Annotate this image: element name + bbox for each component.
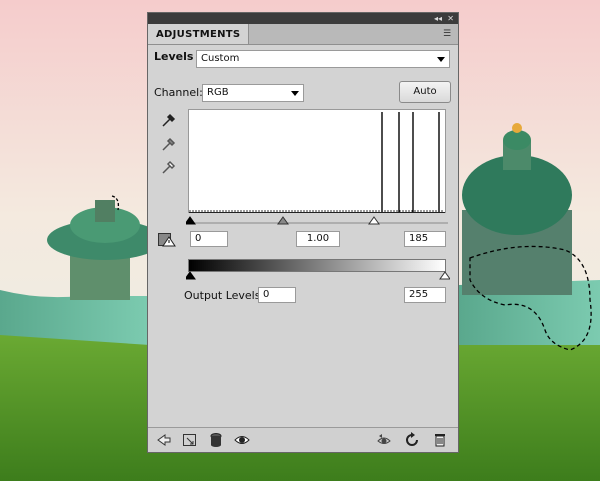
visibility-eye-icon[interactable] bbox=[234, 432, 250, 448]
gray-point-eyedropper-icon[interactable] bbox=[160, 137, 176, 153]
channel-label: Channel: bbox=[154, 86, 203, 99]
back-arrow-icon[interactable] bbox=[156, 432, 172, 448]
tab-adjustments[interactable]: ADJUSTMENTS bbox=[148, 24, 250, 44]
output-levels-label: Output Levels: bbox=[184, 289, 265, 302]
input-black-field[interactable]: 0 bbox=[190, 231, 228, 247]
panel-titlebar[interactable]: ◂◂ ✕ bbox=[148, 13, 458, 24]
adjustments-panel: ◂◂ ✕ ADJUSTMENTS ☰ Levels Custom Channel… bbox=[147, 12, 459, 453]
panel-tab-row: ADJUSTMENTS ☰ bbox=[148, 24, 458, 45]
input-white-handle bbox=[368, 216, 380, 225]
white-point-eyedropper-icon[interactable] bbox=[160, 160, 176, 176]
levels-label: Levels bbox=[154, 50, 194, 63]
input-black-handle bbox=[186, 216, 196, 225]
input-gamma-field[interactable]: 1.00 bbox=[296, 231, 340, 247]
preset-value: Custom bbox=[201, 53, 240, 64]
channel-select[interactable]: RGB bbox=[202, 84, 304, 102]
clip-to-layer-icon[interactable] bbox=[208, 432, 224, 448]
black-point-eyedropper-icon[interactable] bbox=[160, 113, 176, 129]
output-levels-slider[interactable] bbox=[186, 271, 450, 281]
chevron-down-icon bbox=[291, 91, 299, 96]
output-black-handle bbox=[186, 271, 196, 280]
auto-button[interactable]: Auto bbox=[399, 81, 451, 103]
input-gamma-handle bbox=[277, 216, 289, 225]
preset-select[interactable]: Custom bbox=[196, 50, 450, 68]
output-white-field[interactable]: 255 bbox=[404, 287, 446, 303]
channel-value: RGB bbox=[207, 87, 229, 98]
input-levels-slider[interactable] bbox=[186, 215, 450, 225]
delete-icon[interactable] bbox=[432, 432, 448, 448]
output-black-field[interactable]: 0 bbox=[258, 287, 296, 303]
chevron-down-icon bbox=[437, 57, 445, 62]
reset-icon[interactable] bbox=[404, 432, 420, 448]
collapse-icon[interactable]: ◂◂ bbox=[434, 13, 442, 24]
output-white-handle bbox=[439, 271, 450, 280]
panel-menu-icon[interactable]: ☰ bbox=[440, 28, 454, 40]
clipping-warning-icon[interactable] bbox=[158, 231, 176, 247]
input-white-field[interactable]: 185 bbox=[404, 231, 446, 247]
histogram-spikes bbox=[189, 112, 443, 212]
panel-footer bbox=[148, 427, 458, 452]
expand-view-icon[interactable] bbox=[182, 432, 198, 448]
close-icon[interactable]: ✕ bbox=[447, 13, 454, 24]
view-previous-state-icon[interactable] bbox=[376, 432, 392, 448]
